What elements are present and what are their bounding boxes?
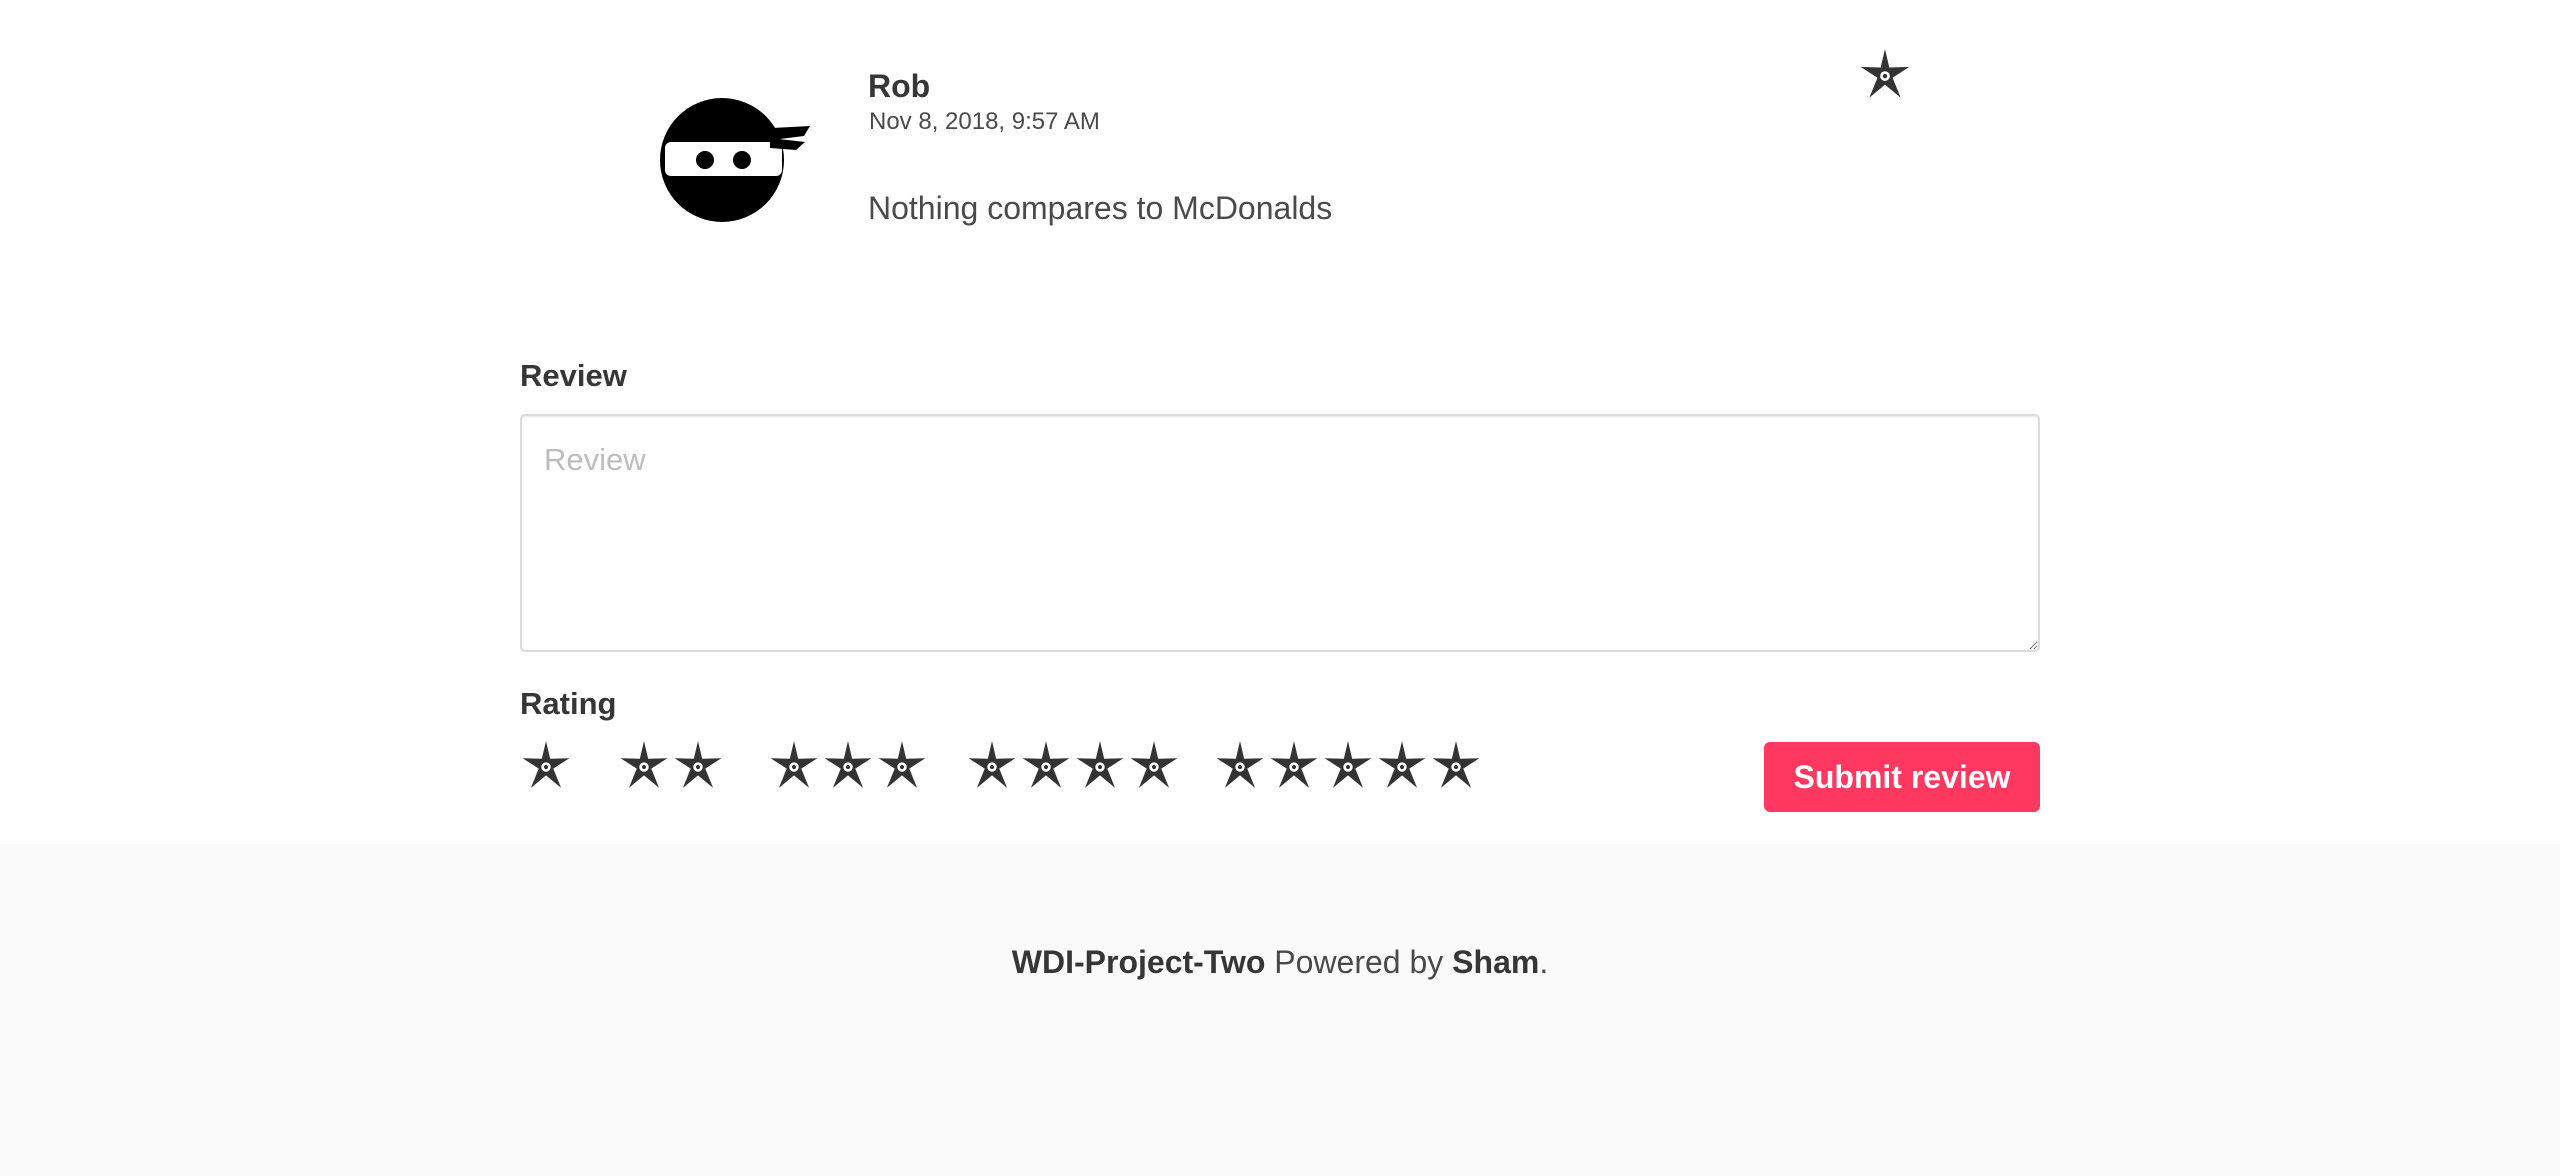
shuriken-star-icon xyxy=(768,740,820,792)
rating-option-4[interactable] xyxy=(966,740,1180,796)
footer xyxy=(0,844,2560,1176)
footer-powered-by: Powered by xyxy=(1274,944,1444,980)
shuriken-star-icon xyxy=(822,740,874,792)
footer-project-name: WDI-Project-Two xyxy=(1011,944,1266,980)
shuriken-star-icon xyxy=(1020,740,1072,792)
ninja-avatar-icon xyxy=(660,98,810,222)
rating-option-3[interactable] xyxy=(768,740,928,796)
main-content: Rob Nov 8, 2018, 9:57 AM Nothing compare… xyxy=(0,0,2560,844)
review-input[interactable] xyxy=(520,414,2040,652)
footer-credits: WDI-Project-Two Powered by Sham. xyxy=(0,946,2560,978)
review-author: Rob xyxy=(868,68,931,104)
shuriken-star-icon xyxy=(1858,48,1912,102)
rating-option-1[interactable] xyxy=(520,740,572,796)
shuriken-star-icon xyxy=(876,740,928,792)
shuriken-star-icon xyxy=(1074,740,1126,792)
shuriken-star-icon xyxy=(1376,740,1428,792)
shuriken-star-icon xyxy=(1214,740,1266,792)
shuriken-star-icon xyxy=(1322,740,1374,792)
review-date: Nov 8, 2018, 9:57 AM xyxy=(869,108,1100,135)
shuriken-star-icon xyxy=(1128,740,1180,792)
shuriken-star-icon xyxy=(618,740,670,792)
shuriken-star-icon xyxy=(520,740,572,792)
footer-author: Sham xyxy=(1452,944,1540,980)
footer-period: . xyxy=(1539,944,1549,980)
rating-option-5[interactable] xyxy=(1214,740,1482,796)
shuriken-star-icon xyxy=(1430,740,1482,792)
rating-options xyxy=(520,740,1520,796)
shuriken-star-icon xyxy=(672,740,724,792)
page: Rob Nov 8, 2018, 9:57 AM Nothing compare… xyxy=(0,0,2560,1176)
shuriken-star-icon xyxy=(966,740,1018,792)
rating-label: Rating xyxy=(520,686,617,721)
submit-review-button[interactable]: Submit review xyxy=(1764,742,2040,812)
review-card: Rob Nov 8, 2018, 9:57 AM Nothing compare… xyxy=(660,40,1920,260)
review-label: Review xyxy=(520,358,627,393)
rating-option-2[interactable] xyxy=(618,740,724,796)
shuriken-star-icon xyxy=(1268,740,1320,792)
review-text: Nothing compares to McDonalds xyxy=(868,190,1333,226)
